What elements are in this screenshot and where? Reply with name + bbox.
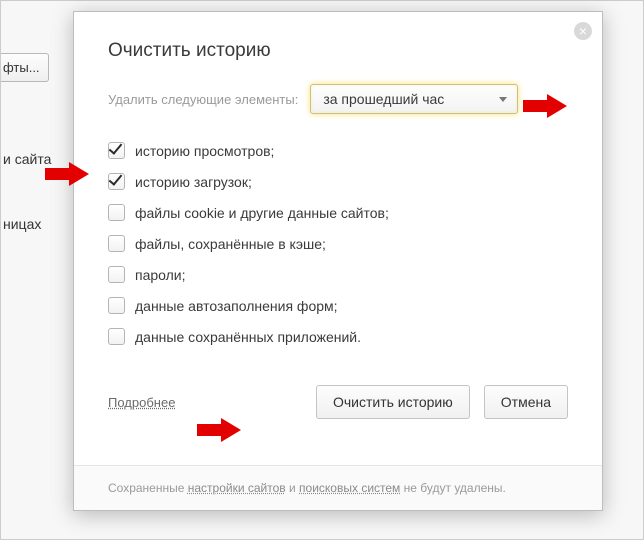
- clear-history-dialog: × Очистить историю Удалить следующие эле…: [73, 11, 603, 511]
- footer-link-site-settings[interactable]: настройки сайтов: [188, 481, 286, 495]
- footer-text: не будут удалены.: [400, 481, 506, 495]
- clear-history-button[interactable]: Очистить историю: [316, 385, 470, 419]
- background-text-2: ницах: [3, 216, 41, 232]
- checkbox-label: данные автозаполнения форм;: [135, 298, 338, 314]
- checkbox-label: историю загрузок;: [135, 174, 252, 190]
- period-select[interactable]: за прошедший час: [310, 84, 518, 114]
- checkbox-autofill[interactable]: [108, 297, 125, 314]
- list-item: данные автозаполнения форм;: [108, 297, 568, 314]
- list-item: пароли;: [108, 266, 568, 283]
- checkbox-passwords[interactable]: [108, 266, 125, 283]
- footer-text: Сохраненные: [108, 481, 188, 495]
- checkbox-label: файлы, сохранённые в кэше;: [135, 236, 326, 252]
- dialog-footer: Сохраненные настройки сайтов и поисковых…: [74, 465, 602, 510]
- list-item: файлы cookie и другие данные сайтов;: [108, 204, 568, 221]
- footer-text: и: [286, 481, 299, 495]
- checkbox-label: пароли;: [135, 267, 186, 283]
- checkbox-label: данные сохранённых приложений.: [135, 329, 361, 345]
- footer-link-search-engines[interactable]: поисковых систем: [299, 481, 400, 495]
- cancel-button[interactable]: Отмена: [484, 385, 568, 419]
- list-item: историю загрузок;: [108, 173, 568, 190]
- background-text-1: и сайта: [3, 151, 51, 167]
- checkbox-download-history[interactable]: [108, 173, 125, 190]
- dialog-title: Очистить историю: [108, 40, 568, 62]
- list-item: историю просмотров;: [108, 142, 568, 159]
- checkbox-cookies[interactable]: [108, 204, 125, 221]
- delete-label: Удалить следующие элементы:: [108, 92, 298, 107]
- checkbox-label: файлы cookie и другие данные сайтов;: [135, 205, 389, 221]
- list-item: данные сохранённых приложений.: [108, 328, 568, 345]
- checkbox-label: историю просмотров;: [135, 143, 274, 159]
- period-selected-value: за прошедший час: [323, 91, 444, 107]
- list-item: файлы, сохранённые в кэше;: [108, 235, 568, 252]
- close-icon[interactable]: ×: [574, 22, 592, 40]
- background-sidebar: фты... и сайта ницах: [1, 1, 71, 539]
- checkbox-browsing-history[interactable]: [108, 142, 125, 159]
- checkbox-list: историю просмотров; историю загрузок; фа…: [108, 142, 568, 345]
- background-fonts-button[interactable]: фты...: [1, 53, 49, 82]
- more-link[interactable]: Подробнее: [108, 395, 175, 410]
- checkbox-cache[interactable]: [108, 235, 125, 252]
- checkbox-app-data[interactable]: [108, 328, 125, 345]
